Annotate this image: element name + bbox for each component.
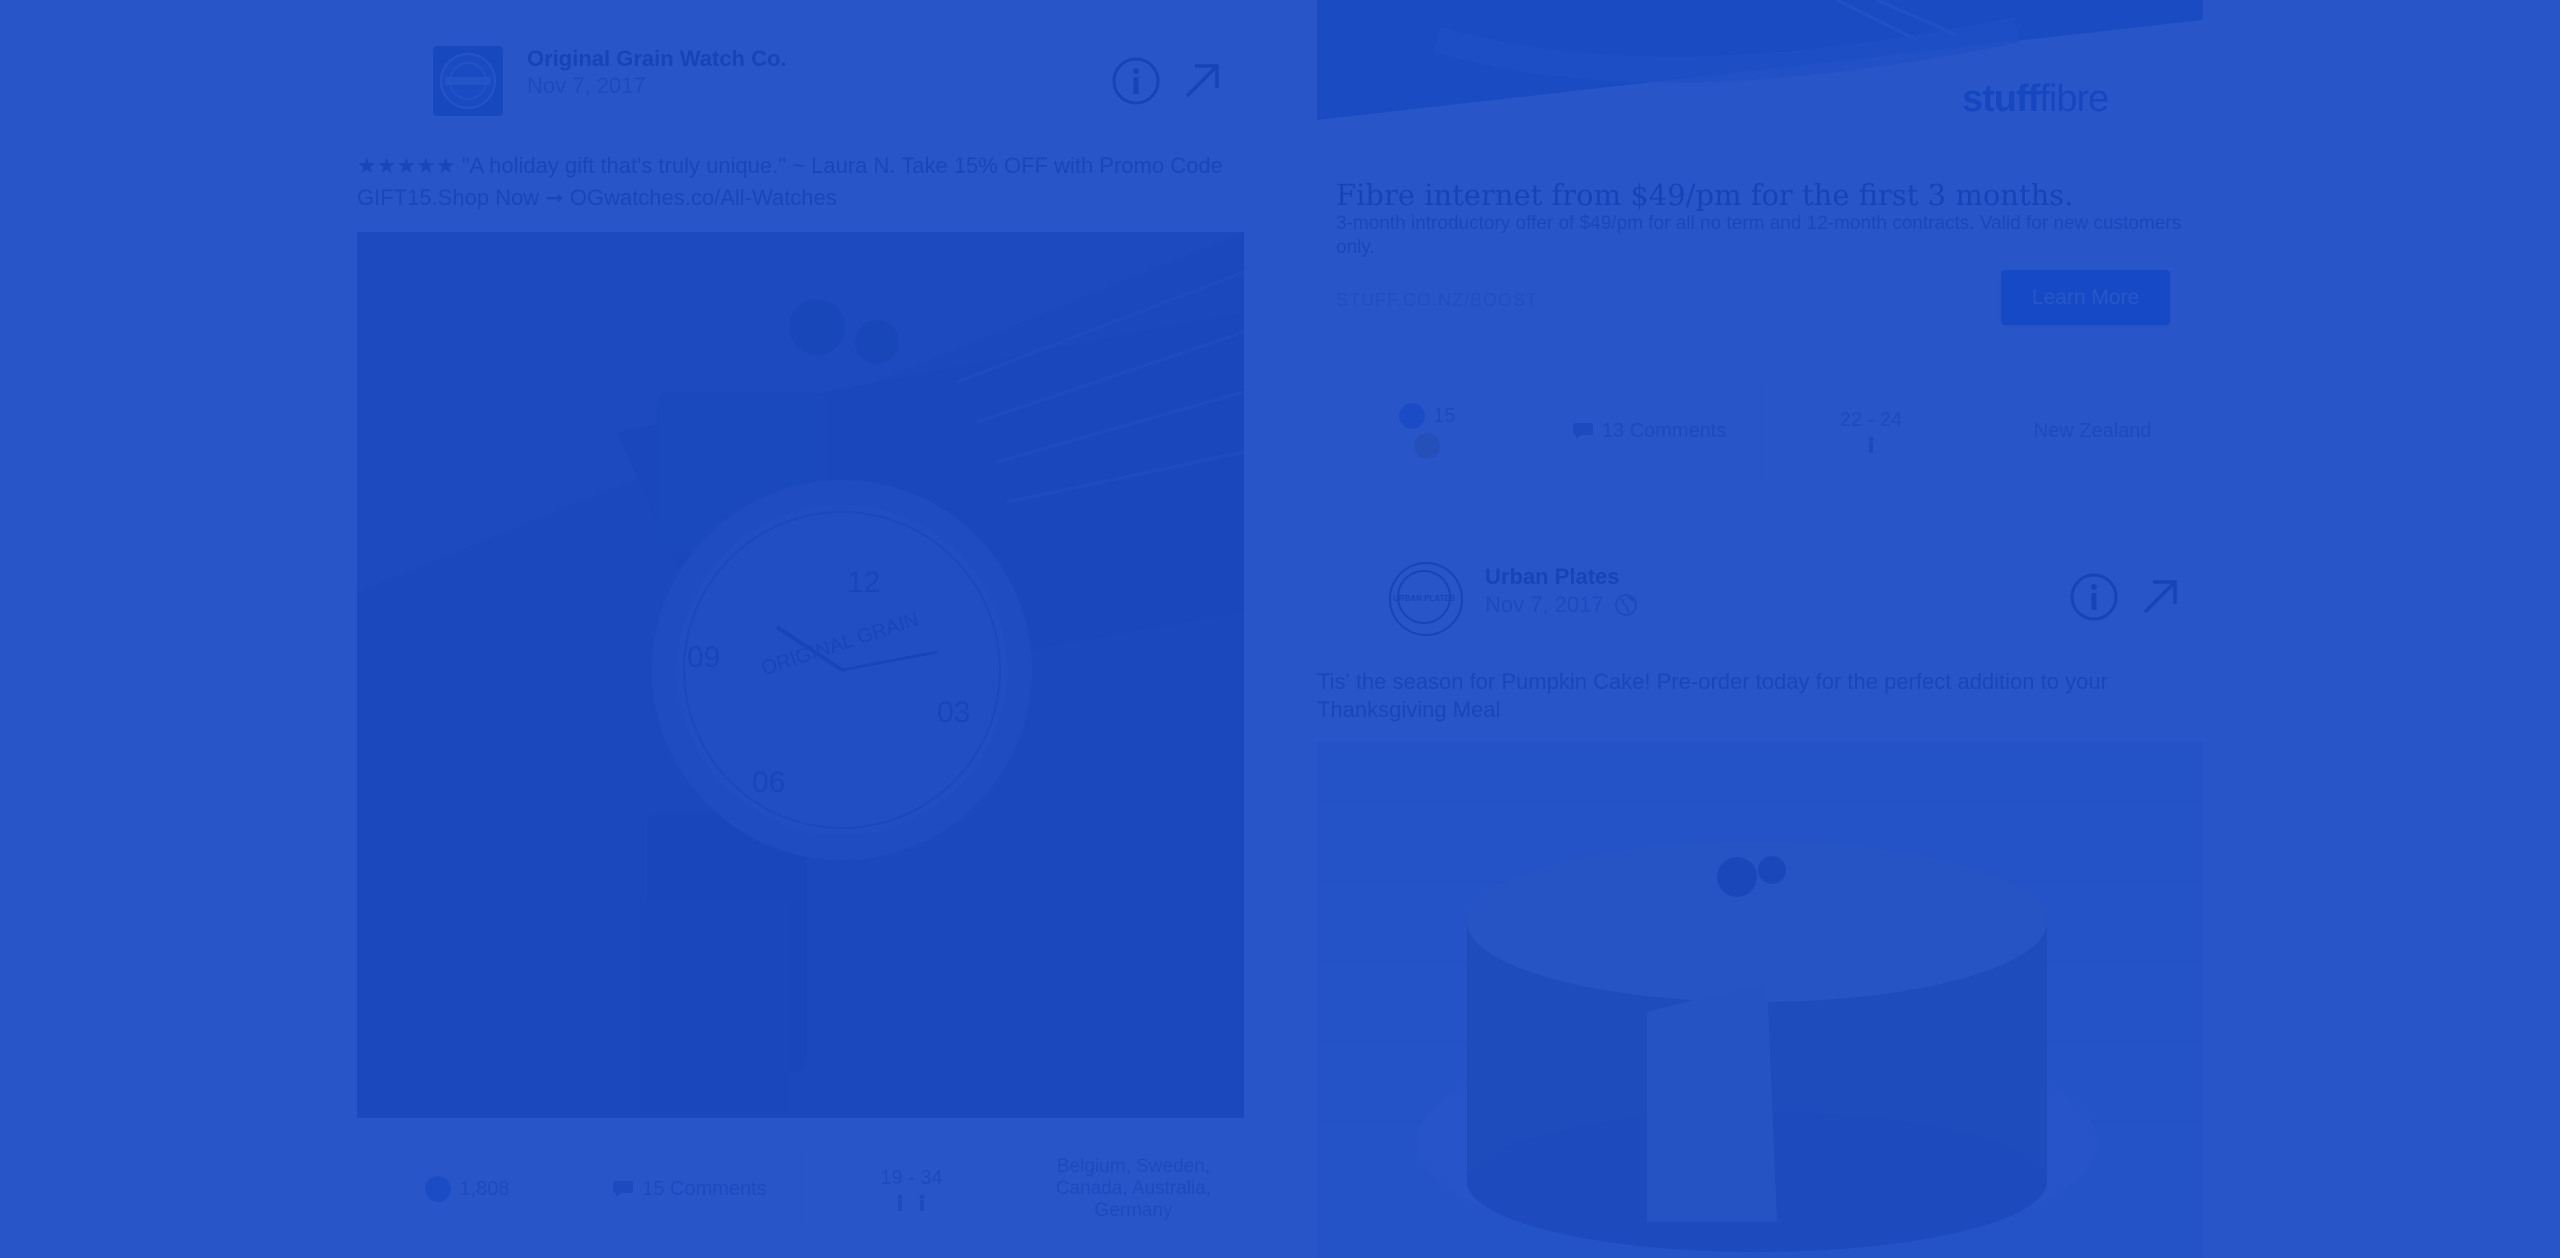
banner-graphic bbox=[1317, 0, 2203, 150]
advertiser-name[interactable]: Urban Plates bbox=[1485, 564, 1620, 590]
globe-icon bbox=[1614, 594, 1637, 616]
ad-banner-image[interactable]: stufffibre bbox=[1317, 0, 2203, 150]
post-date: Nov 7, 2017 bbox=[527, 73, 646, 99]
advertiser-avatar[interactable] bbox=[433, 46, 503, 116]
like-reaction-icon bbox=[1399, 403, 1426, 429]
age-range-text: 22 - 24 bbox=[1839, 408, 1902, 431]
stat-comments[interactable]: 15 Comments bbox=[579, 1149, 801, 1229]
post-stats-bar: 1,808 15 Comments 19 - 34 Belgium, Swede… bbox=[357, 1148, 1244, 1229]
ad-domain[interactable]: STUFF.CO.NZ/BOOST bbox=[1336, 290, 1538, 311]
ad-card-urban-plates[interactable]: URBAN PLATES Urban Plates Nov 7, 2017 Ti… bbox=[1317, 520, 2203, 1258]
learn-more-button[interactable]: Learn More bbox=[2001, 270, 2170, 325]
dial-number-03: 03 bbox=[937, 696, 970, 729]
advertiser-avatar[interactable]: URBAN PLATES bbox=[1389, 562, 1463, 636]
haha-reaction-icon bbox=[1414, 433, 1441, 459]
comment-icon bbox=[613, 1181, 634, 1197]
info-icon[interactable] bbox=[2069, 572, 2119, 622]
country-text: New Zealand bbox=[2033, 419, 2152, 442]
advertiser-name[interactable]: Original Grain Watch Co. bbox=[527, 46, 787, 72]
comment-icon bbox=[1572, 423, 1593, 439]
reaction-count: 1,808 bbox=[459, 1177, 510, 1200]
post-header: URBAN PLATES Urban Plates Nov 7, 2017 bbox=[1317, 520, 2203, 636]
post-text: Tis' the season for Pumpkin Cake! Pre-or… bbox=[1317, 669, 2108, 722]
stat-reactions[interactable]: 15 bbox=[1317, 381, 1539, 481]
external-link-arrow-icon[interactable] bbox=[2139, 576, 2181, 618]
post-image-watch[interactable]: ORIGINAL GRAIN 12 03 06 09 bbox=[357, 232, 1244, 1118]
dial-number-06: 06 bbox=[752, 766, 785, 799]
reaction-count: 15 bbox=[1433, 404, 1456, 427]
stat-age-range: 22 - 24 bbox=[1761, 381, 1983, 481]
comment-count: 15 Comments bbox=[642, 1177, 767, 1200]
ad-card-stuff-fibre[interactable]: stufffibre Fibre internet from $49/pm fo… bbox=[1317, 0, 2203, 520]
male-icon bbox=[1868, 436, 1874, 453]
brand-fibre-text: fibre bbox=[2039, 78, 2109, 120]
brand-stuff-text: stuff bbox=[1962, 78, 2040, 120]
post-actions bbox=[1111, 56, 1223, 106]
age-range-text: 19 - 34 bbox=[880, 1166, 943, 1189]
post-header: Original Grain Watch Co. Nov 7, 2017 bbox=[357, 0, 1244, 116]
post-date: Nov 7, 2017 bbox=[1485, 592, 1638, 618]
dial-number-12: 12 bbox=[847, 566, 880, 599]
urban-plates-logo-icon: URBAN PLATES bbox=[1393, 570, 1456, 624]
avatar-logo-text: URBAN PLATES bbox=[1393, 594, 1456, 603]
external-link-arrow-icon[interactable] bbox=[1181, 60, 1223, 102]
stuff-fibre-logo: stufffibre bbox=[1962, 78, 2109, 121]
ad-body-text: 3-month introductory offer of $49/pm for… bbox=[1336, 213, 2182, 258]
countries-text: Belgium, Sweden, Canada, Australia, Germ… bbox=[1055, 1156, 1212, 1221]
post-image-pumpkin-cake[interactable] bbox=[1317, 742, 2203, 1258]
post-actions bbox=[2069, 572, 2181, 622]
cake-photo bbox=[1317, 742, 2203, 1258]
comment-count: 13 Comments bbox=[1601, 419, 1727, 442]
post-text: ★★★★★ "A holiday gift that's truly uniqu… bbox=[357, 153, 1223, 210]
reaction-row: 15 bbox=[1399, 403, 1456, 429]
post-date-text: Nov 7, 2017 bbox=[527, 73, 646, 98]
like-reaction-icon bbox=[425, 1176, 452, 1202]
stat-countries: Belgium, Sweden, Canada, Australia, Germ… bbox=[1023, 1149, 1244, 1229]
original-grain-logo-icon bbox=[433, 46, 503, 116]
stat-country: New Zealand bbox=[1982, 381, 2203, 481]
stat-age-range: 19 - 34 bbox=[801, 1149, 1023, 1229]
ad-headline[interactable]: Fibre internet from $49/pm for the first… bbox=[1336, 178, 2073, 212]
ad-feed: Original Grain Watch Co. Nov 7, 2017 ★★★… bbox=[0, 0, 2560, 1258]
dial-number-09: 09 bbox=[687, 641, 720, 674]
ad-stats-bar: 15 13 Comments 22 - 24 New Zealand bbox=[1317, 380, 2203, 481]
gender-icon bbox=[897, 1194, 924, 1211]
info-icon[interactable] bbox=[1111, 56, 1161, 106]
watch-photo: ORIGINAL GRAIN 12 03 06 09 bbox=[357, 232, 1244, 1118]
ad-card-original-grain[interactable]: Original Grain Watch Co. Nov 7, 2017 ★★★… bbox=[357, 0, 1244, 1258]
post-date-text: Nov 7, 2017 bbox=[1485, 592, 1604, 617]
stat-reactions[interactable]: 1,808 bbox=[357, 1149, 579, 1229]
stat-comments[interactable]: 13 Comments bbox=[1539, 381, 1761, 481]
